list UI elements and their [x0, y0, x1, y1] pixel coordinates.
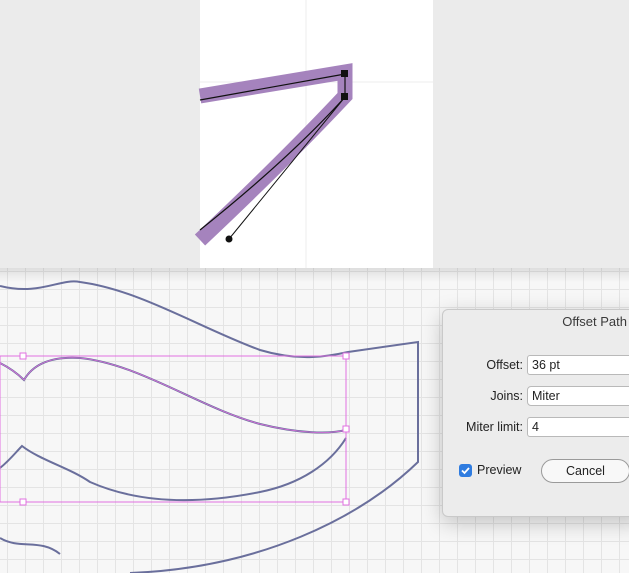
- checkmark-icon: [461, 467, 470, 475]
- preview-checkbox[interactable]: [459, 464, 472, 477]
- outer-shape-outline[interactable]: [0, 280, 419, 573]
- dialog-title: Offset Path: [562, 314, 627, 329]
- miter-limit-input[interactable]: 4: [527, 417, 629, 437]
- anchor-point[interactable]: [341, 70, 348, 77]
- joins-select[interactable]: Miter ⌄: [527, 386, 629, 406]
- direction-handle-point[interactable]: [225, 235, 233, 243]
- selection-handle[interactable]: [342, 498, 350, 506]
- selection-handle[interactable]: [342, 352, 350, 360]
- offset-path-dialog: Offset Path Offset: 36 pt Joins: Miter ⌄…: [442, 309, 629, 517]
- offset-stroke: [194, 63, 353, 246]
- lower-shape-outline[interactable]: [0, 537, 61, 555]
- zoomed-artboard-panel: [0, 0, 629, 268]
- miter-limit-label: Miter limit:: [466, 420, 523, 434]
- cancel-button[interactable]: Cancel: [541, 459, 629, 483]
- inner-shape-outline[interactable]: [0, 356, 347, 434]
- joins-label: Joins:: [490, 389, 523, 403]
- selection-handle[interactable]: [342, 425, 350, 433]
- zoomed-path-view[interactable]: [0, 0, 629, 268]
- selection-handle[interactable]: [19, 352, 27, 360]
- offset-input[interactable]: 36 pt: [527, 355, 629, 375]
- preview-label[interactable]: Preview: [477, 463, 521, 477]
- selection-handle[interactable]: [19, 498, 27, 506]
- offset-label: Offset:: [486, 358, 523, 372]
- selection-bounding-box[interactable]: [0, 355, 347, 503]
- selection-path: [0, 357, 347, 433]
- joins-selected-value: Miter: [532, 389, 560, 403]
- inner-shape-outline[interactable]: [0, 437, 347, 502]
- anchor-point[interactable]: [341, 93, 348, 100]
- direction-handle-line: [228, 96, 346, 240]
